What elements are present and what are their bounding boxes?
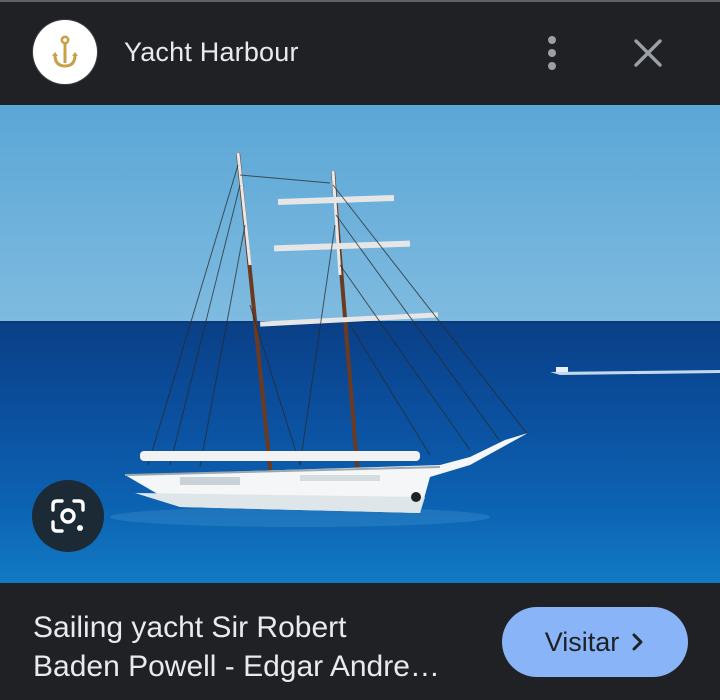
google-lens-button[interactable] (32, 480, 104, 552)
caption-line-1: Sailing yacht Sir Robert (33, 611, 347, 644)
visit-button[interactable]: Visitar (502, 607, 688, 677)
site-title: Yacht Harbour (124, 37, 299, 67)
yacht-photo[interactable] (0, 105, 720, 583)
chevron-right-icon (631, 632, 645, 652)
google-lens-icon (51, 499, 85, 533)
close-icon (634, 39, 662, 67)
close-button[interactable] (620, 26, 676, 80)
caption-line-2: Baden Powell - Edgar Andre… (33, 650, 440, 683)
header-bar: Yacht Harbour (0, 2, 720, 105)
anchor-icon (52, 35, 78, 68)
yacht-photo-illustration (0, 105, 720, 583)
result-footer: Sailing yacht Sir Robert Baden Powell - … (0, 583, 720, 700)
image-caption[interactable]: Sailing yacht Sir Robert Baden Powell - … (33, 608, 483, 686)
more-vert-icon (548, 36, 556, 70)
visit-label: Visitar (544, 626, 620, 657)
more-options-button[interactable] (528, 27, 576, 79)
site-logo[interactable] (33, 20, 97, 84)
